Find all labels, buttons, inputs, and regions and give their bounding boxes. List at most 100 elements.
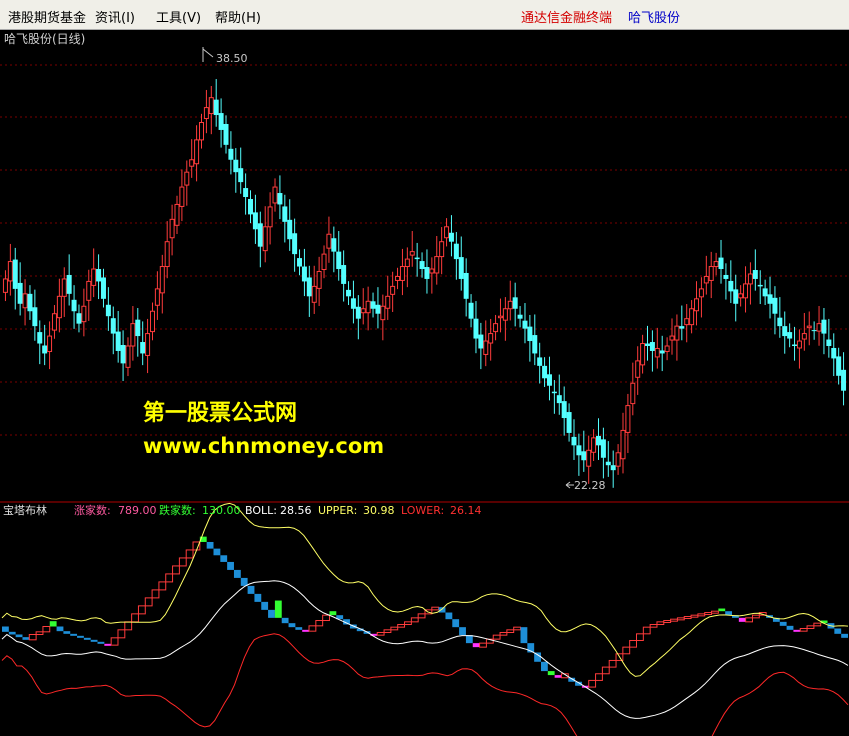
candle-up	[380, 305, 386, 321]
tower-bar-down	[779, 621, 787, 626]
candle-down	[218, 113, 224, 130]
candle-down	[331, 238, 337, 252]
tower-bar-down	[233, 569, 241, 578]
candle-down	[238, 168, 244, 183]
candle-up	[326, 233, 332, 249]
candle-up	[321, 253, 327, 271]
tower-bar-up	[417, 613, 426, 619]
kline-chart[interactable]: 哈飞股份(日线) 38.50 22.28 宝塔布林 涨家数: 789.00 跌家…	[0, 30, 849, 736]
candle-up	[630, 382, 636, 405]
candle-down	[561, 401, 567, 419]
candle-down	[414, 257, 420, 260]
tower-bar-up	[663, 620, 672, 624]
tower-bar-up	[799, 628, 808, 632]
tower-bar-up	[622, 646, 631, 655]
tower-bar-up	[670, 618, 678, 622]
candle-down	[777, 317, 783, 327]
candle-up	[159, 266, 165, 294]
candle-up	[429, 268, 435, 274]
candle-down	[282, 206, 288, 222]
candle-down	[542, 365, 548, 379]
candle-down	[110, 318, 116, 334]
tower-bar-up	[656, 621, 665, 626]
tower-bar-up	[751, 614, 760, 619]
tower-flip-bar	[329, 611, 337, 616]
candle-up	[47, 335, 53, 352]
tower-bar-up	[513, 626, 522, 631]
candle-down	[659, 350, 665, 354]
tower-bar-up	[697, 613, 706, 617]
candle-down	[350, 298, 356, 309]
candle-down	[71, 299, 77, 312]
tower-bar-up	[110, 637, 119, 646]
tower-bar-down	[70, 633, 78, 636]
candle-up	[635, 360, 641, 378]
candle-down	[517, 314, 523, 319]
candle-down	[448, 232, 454, 242]
candle-down	[723, 274, 729, 279]
candle-up	[311, 285, 317, 303]
candle-up	[208, 97, 214, 115]
menu-bar: 港股期货基金 资讯(I) 工具(V) 帮助(H) 通达信金融终端 哈飞股份	[0, 0, 849, 30]
candle-up	[444, 226, 450, 239]
candle-down	[100, 277, 106, 299]
candle-down	[826, 339, 832, 346]
candle-up	[698, 288, 704, 298]
tower-bar-down	[240, 577, 248, 586]
candle-down	[135, 319, 141, 337]
candle-up	[262, 226, 268, 252]
tower-bar-down	[841, 633, 848, 638]
candle-up	[385, 295, 391, 309]
candle-down	[12, 259, 18, 289]
tower-bar-up	[144, 597, 153, 607]
candle-down	[233, 159, 239, 173]
candle-up	[591, 437, 597, 453]
tower-bar-up	[711, 610, 719, 614]
menu-tools[interactable]: 工具(V)	[156, 7, 201, 26]
candle-down	[546, 374, 552, 386]
menu-hk-futures-funds[interactable]: 港股期货基金	[8, 7, 86, 26]
candle-down	[140, 342, 146, 354]
candle-up	[316, 271, 322, 289]
tower-bar-down	[247, 585, 255, 594]
candle-down	[767, 294, 773, 304]
tower-bar-down	[254, 593, 262, 602]
chart-area[interactable]: 哈飞股份(日线) 38.50 22.28 宝塔布林 涨家数: 789.00 跌家…	[0, 30, 849, 736]
candle-up	[816, 323, 822, 332]
candle-down	[512, 297, 518, 309]
candle-up	[738, 293, 744, 299]
tower-bar-down	[213, 548, 221, 556]
tower-bar-down	[438, 607, 446, 613]
tower-bar-down	[281, 617, 289, 624]
candle-up	[81, 305, 87, 323]
candle-down	[336, 251, 342, 270]
candle-up	[390, 285, 396, 295]
candle-down	[811, 330, 817, 332]
tower-bar-down	[452, 619, 460, 628]
menu-help[interactable]: 帮助(H)	[215, 7, 261, 26]
candle-up	[395, 275, 401, 281]
tower-bar-up	[137, 605, 146, 615]
candle-up	[801, 333, 807, 340]
main-chart-title: 哈飞股份(日线)	[4, 32, 85, 46]
tower-bar-up	[322, 614, 330, 622]
tower-bar-down	[56, 626, 64, 632]
tower-flip-bar	[718, 608, 726, 612]
tower-bar-down	[268, 609, 275, 618]
candle-down	[223, 123, 229, 145]
tower-bar-up	[479, 642, 487, 648]
candle-up	[669, 335, 675, 341]
candle-down	[355, 306, 361, 319]
candle-up	[149, 310, 155, 333]
candle-up	[7, 261, 13, 282]
tower-bar-up	[383, 629, 392, 633]
candle-up	[654, 347, 660, 358]
tower-bar-up	[608, 659, 617, 668]
candle-down	[718, 257, 724, 270]
tower-bar-up	[683, 616, 692, 620]
tower-flip-bar	[49, 621, 57, 627]
candle-down	[581, 451, 587, 461]
candle-up	[203, 107, 209, 120]
candle-down	[17, 282, 23, 304]
menu-info[interactable]: 资讯(I)	[95, 7, 135, 26]
